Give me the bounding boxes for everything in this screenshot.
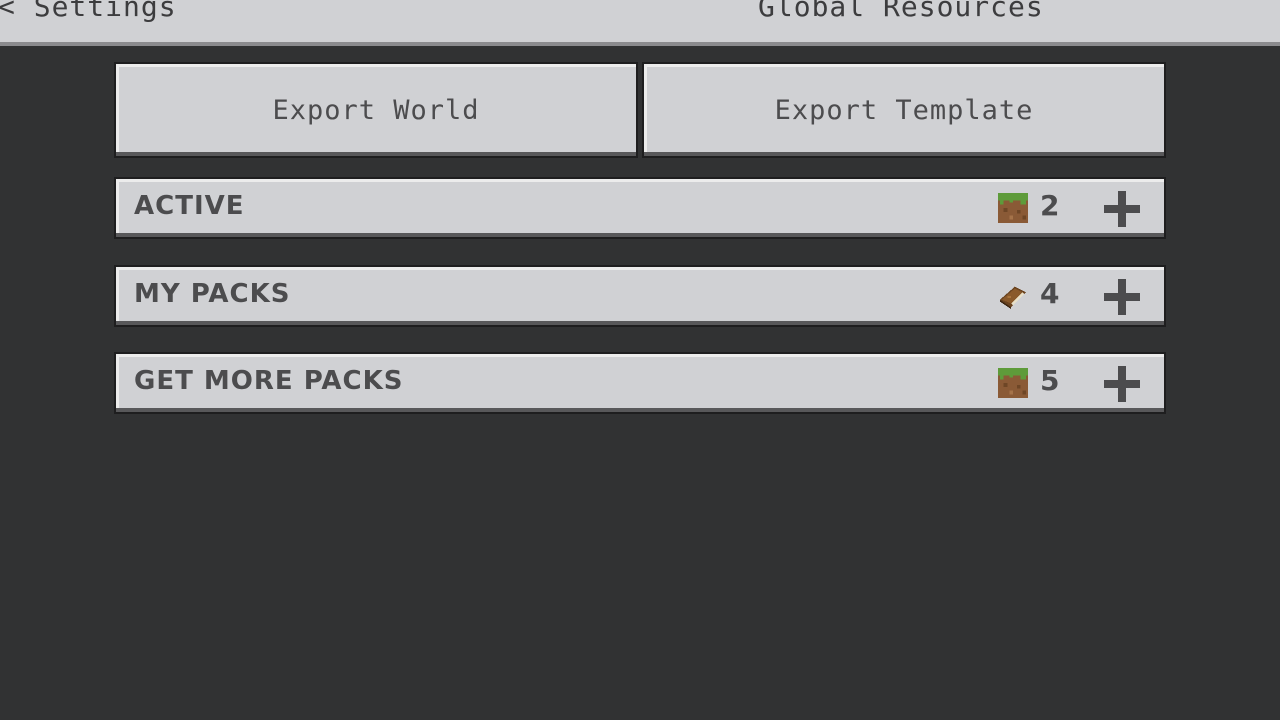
back-to-settings-button[interactable]: < Settings bbox=[0, 0, 177, 23]
export-template-button[interactable]: Export Template bbox=[642, 62, 1166, 158]
section-active-label: ACTIVE bbox=[134, 191, 245, 221]
section-get-more-packs[interactable]: GET MORE PACKS 5 bbox=[114, 352, 1166, 414]
global-resources-title: Global Resources bbox=[758, 0, 1044, 23]
expand-plus-icon[interactable] bbox=[1104, 191, 1140, 227]
section-active[interactable]: ACTIVE 2 bbox=[114, 177, 1166, 239]
expand-plus-icon[interactable] bbox=[1104, 279, 1140, 315]
top-bar: < Settings Global Resources bbox=[0, 0, 1280, 46]
section-my-packs[interactable]: MY PACKS 4 bbox=[114, 265, 1166, 327]
section-my-packs-count: 4 bbox=[1040, 277, 1060, 310]
export-world-label: Export World bbox=[272, 94, 480, 126]
grass-block-icon bbox=[998, 368, 1028, 398]
section-get-more-packs-count: 5 bbox=[1040, 364, 1060, 397]
export-world-button[interactable]: Export World bbox=[114, 62, 638, 158]
book-icon bbox=[999, 286, 1027, 310]
section-my-packs-label: MY PACKS bbox=[134, 279, 291, 309]
grass-block-icon bbox=[998, 193, 1028, 223]
export-template-label: Export Template bbox=[774, 94, 1034, 126]
expand-plus-icon[interactable] bbox=[1104, 366, 1140, 402]
section-active-count: 2 bbox=[1040, 189, 1060, 222]
section-get-more-packs-label: GET MORE PACKS bbox=[134, 366, 404, 396]
